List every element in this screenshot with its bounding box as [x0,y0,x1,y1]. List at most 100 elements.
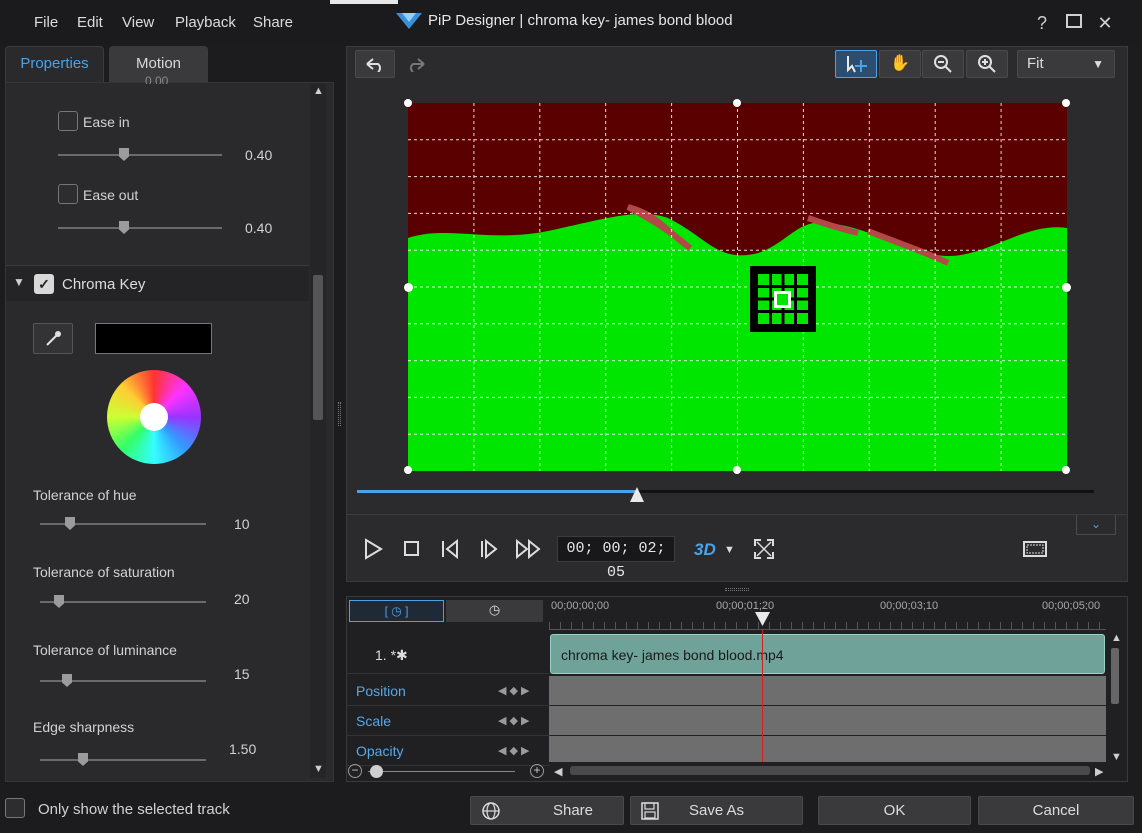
tolerance-hue-value: 10 [234,516,250,532]
panel-splitter[interactable] [338,402,341,426]
close-button[interactable]: ✕ [1094,12,1116,34]
save-as-button[interactable]: Save As [630,796,803,825]
scroll-up-icon[interactable]: ▲ [313,85,324,97]
menu-file[interactable]: File [34,14,58,31]
opacity-keyframe-nav[interactable]: ◀ ◆ ▶ [498,744,530,757]
timeline-vertical-scroll-thumb[interactable] [1111,648,1119,704]
expand-controls-button[interactable]: ⌄ [1076,515,1116,535]
help-button[interactable]: ? [1031,12,1053,34]
tab-properties[interactable]: Properties [5,46,104,82]
cancel-button[interactable]: Cancel [978,796,1134,825]
chroma-key-checkbox[interactable]: ✓ [34,274,54,294]
eyedropper-button[interactable] [33,323,73,354]
timeline-zoom-thumb[interactable] [370,765,383,778]
resize-handle-top[interactable] [733,99,741,107]
scale-lane[interactable] [549,706,1106,735]
timecode-display[interactable]: 00; 00; 02; 05 [557,536,675,581]
zoom-out-button[interactable] [922,50,964,78]
resize-handle-bottom[interactable] [733,466,741,474]
undo-button[interactable] [355,50,395,78]
center-anchor-icon[interactable] [750,266,816,332]
resize-handle-right[interactable] [1062,283,1071,292]
save-icon [641,797,659,829]
safe-zone-icon [1023,541,1047,557]
position-keyframe-nav[interactable]: ◀ ◆ ▶ [498,684,530,697]
key-color-swatch[interactable] [95,323,212,354]
menu-share[interactable]: Share [253,14,293,31]
zoom-in-button[interactable] [966,50,1008,78]
scale-keyframe-nav[interactable]: ◀ ◆ ▶ [498,714,530,727]
share-button[interactable]: Share [470,796,624,825]
ease-in-checkbox[interactable] [58,111,78,131]
edge-sharpness-slider[interactable] [40,759,206,761]
timeline-view-keyframe-button[interactable]: ◷ [446,600,543,622]
menu-playback[interactable]: Playback [175,14,236,31]
ok-button[interactable]: OK [818,796,971,825]
select-tool-button[interactable] [835,50,877,78]
color-wheel[interactable] [107,370,201,464]
only-selected-label: Only show the selected track [38,801,230,818]
resize-handle-left[interactable] [404,283,413,292]
resize-handle-bottom-left[interactable] [404,466,412,474]
stop-icon [404,541,419,556]
hand-tool-button[interactable]: ✋ [879,50,921,78]
timeline-zoom-slider[interactable] [368,771,515,772]
properties-scroll-thumb[interactable] [313,275,323,420]
resize-handle-bottom-right[interactable] [1062,466,1070,474]
previous-frame-icon [442,538,458,560]
redo-button[interactable] [396,50,436,78]
stop-button[interactable] [399,538,423,565]
scroll-down-icon[interactable]: ▼ [313,763,324,775]
tolerance-luminance-value: 15 [234,666,250,682]
tolerance-hue-slider[interactable] [40,523,206,525]
video-preview[interactable] [408,103,1067,471]
zoom-out-icon [934,55,952,73]
3d-dropdown-chevron-icon[interactable]: ▼ [724,544,735,556]
timeline-scroll-right-icon[interactable]: ▶ [1095,765,1103,778]
properties-scrollbar[interactable] [310,84,326,778]
clock-icon: ◷ [488,602,501,617]
partial-value: 0.00 [145,74,169,84]
ease-out-value: 0.40 [245,220,273,236]
timeline-horizontal-scroll-thumb[interactable] [570,766,1090,775]
next-frame-button[interactable] [477,538,501,565]
only-selected-checkbox[interactable] [5,798,25,818]
timeline-scroll-up-icon[interactable]: ▲ [1111,632,1122,644]
fullscreen-button[interactable] [753,538,775,563]
resize-handle-top-right[interactable] [1062,99,1070,107]
zoom-select[interactable]: Fit ▼ [1017,50,1115,78]
app-logo-icon [396,12,422,29]
position-lane[interactable] [549,676,1106,705]
timeline-scroll-down-icon[interactable]: ▼ [1111,751,1122,763]
timeline-ruler-ticks[interactable] [549,622,1106,630]
window-title-text: PiP Designer | chroma key- james bond bl… [428,12,733,29]
tolerance-saturation-slider[interactable] [40,601,206,603]
tolerance-luminance-label: Tolerance of luminance [33,642,177,658]
play-button[interactable] [361,538,385,565]
video-clip[interactable]: chroma key- james bond blood.mp4 [550,634,1105,674]
timeline-splitter[interactable] [725,588,749,591]
menu-edit[interactable]: Edit [77,14,103,31]
resize-handle-top-left[interactable] [404,99,412,107]
ease-out-checkbox[interactable] [58,184,78,204]
zoom-in-icon [978,55,996,73]
collapse-arrow-icon[interactable]: ▼ [13,275,25,289]
fast-forward-button[interactable] [514,538,544,565]
timeline-scroll-left-icon[interactable]: ◀ [554,765,562,778]
ruler-label-1: 00;00;01;20 [716,600,775,612]
zoom-in-timeline-icon[interactable]: + [530,764,544,778]
ease-out-slider[interactable] [58,227,222,229]
timeline-view-clip-button[interactable]: [ ◷ ] [349,600,444,622]
ease-in-slider[interactable] [58,154,222,156]
ruler-label-3: 00;00;05;00 [1042,600,1101,612]
opacity-lane[interactable] [549,736,1106,762]
3d-mode-icon[interactable]: 3D [694,540,716,560]
zoom-out-timeline-icon[interactable]: − [348,764,362,778]
maximize-button[interactable] [1063,12,1085,34]
window-title: PiP Designer | chroma key- james bond bl… [396,12,733,29]
play-icon [365,538,383,560]
safe-zone-button[interactable] [1023,540,1047,561]
color-wheel-handle[interactable] [140,403,168,431]
menu-view[interactable]: View [122,14,154,31]
previous-frame-button[interactable] [438,538,462,565]
